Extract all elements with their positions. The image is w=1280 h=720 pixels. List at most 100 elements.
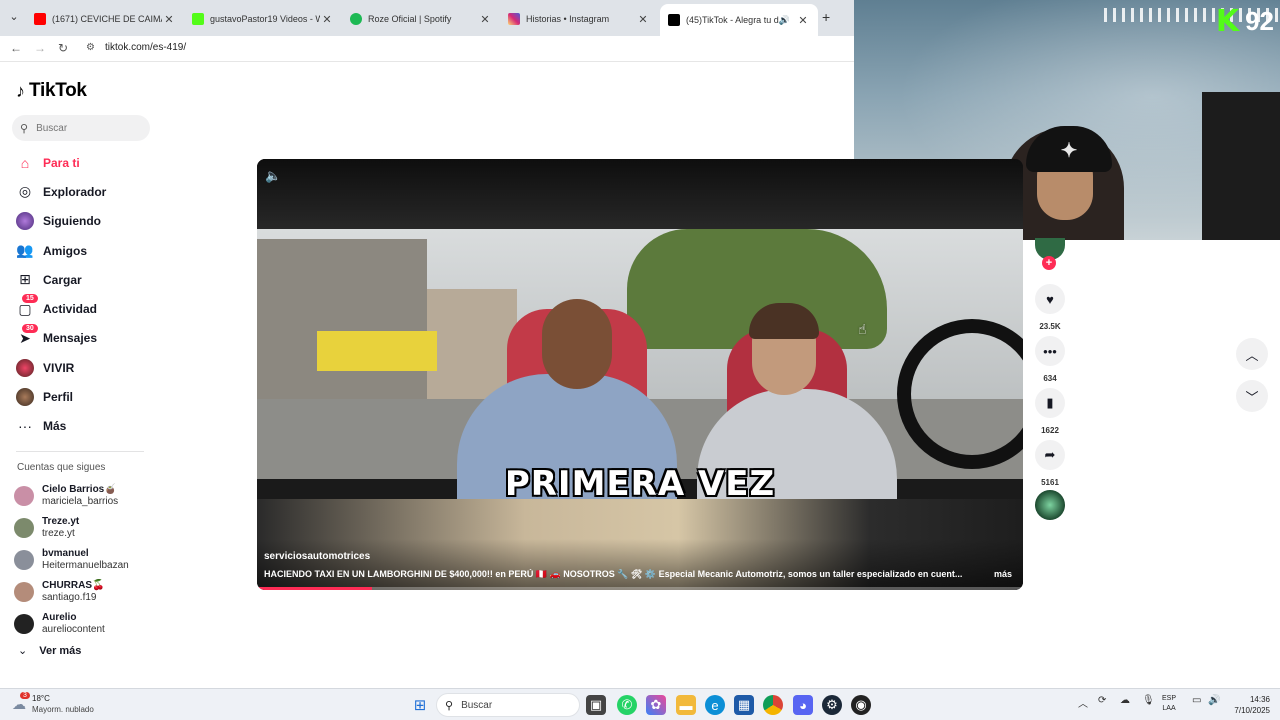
tray-app-icon[interactable]: ⟳ (1098, 695, 1106, 706)
back-arrow-icon[interactable]: ← (10, 41, 22, 55)
video-progress-bar[interactable] (257, 587, 1023, 590)
follow-plus-icon[interactable]: + (1042, 256, 1056, 270)
sidebar-item-siguiendo[interactable]: Siguiendo (0, 207, 160, 236)
video-player[interactable]: PRIMERA VEZ 🔈 serviciosautomotrices HACI… (257, 159, 1023, 590)
live-icon (16, 358, 34, 377)
browser-tab-kick[interactable]: gustavoPastor19 Videos - Watc ✕ (184, 6, 342, 32)
sidebar-item-para-ti[interactable]: ⌂ Para ti (0, 148, 160, 177)
edge-icon[interactable]: e (705, 695, 725, 715)
tray-cloud-icon[interactable]: ☁ (1120, 695, 1130, 706)
following-account[interactable]: Aurelio aureliocontent (14, 608, 164, 640)
following-account[interactable]: Treze.yt treze.yt (14, 512, 164, 544)
heart-icon[interactable]: ♥ (1035, 284, 1065, 314)
comment-icon[interactable]: ••• (1035, 336, 1065, 366)
clock-date: 7/10/2025 (1234, 706, 1270, 715)
copilot-icon[interactable]: ✿ (646, 695, 666, 715)
close-tab-icon[interactable]: ✕ (636, 13, 650, 26)
taskbar: ☁ 3 18°C Mayorm. nublado ⊞ ⚲ Buscar ▣ ✆ ✿… (0, 688, 1280, 720)
new-tab-button[interactable]: + (822, 9, 830, 25)
discord-icon[interactable]: ◕ (793, 695, 813, 715)
close-tab-icon[interactable]: ✕ (478, 13, 492, 26)
following-icon (16, 212, 34, 231)
following-account[interactable]: Cielo Barrios🧉 mariciela_barrios (14, 480, 164, 512)
video-author[interactable]: serviciosautomotrices (264, 551, 370, 562)
close-tab-icon[interactable]: ✕ (320, 13, 334, 26)
task-view-icon[interactable]: ▣ (586, 695, 606, 715)
close-tab-icon[interactable]: ✕ (162, 13, 176, 26)
speaker-icon[interactable]: 🔊 (1208, 695, 1220, 706)
following-account[interactable]: CHURRAS🍒 santiago.f19 (14, 576, 164, 608)
browser-tab-youtube[interactable]: (1671) CEVICHE DE CAIMÁN - ( ✕ (26, 6, 184, 32)
like-action[interactable]: ♥ 23.5K (1035, 284, 1065, 331)
sidebar-item-label: Más (43, 419, 67, 434)
file-explorer-icon[interactable]: ▬ (676, 695, 696, 715)
tab-title: Historias • Instagram (526, 14, 610, 24)
language-indicator[interactable]: ESP LAA (1162, 694, 1176, 714)
comment-count: 634 (1043, 374, 1057, 383)
sidebar-item-label: Siguiendo (43, 214, 101, 229)
sidebar-item-amigos[interactable]: 👥 Amigos (0, 236, 160, 265)
account-name: Aurelio (42, 612, 77, 623)
game-app-icon[interactable]: ◉ (851, 695, 871, 715)
home-icon: ⌂ (20, 154, 30, 171)
save-action[interactable]: ▮ 1622 (1035, 388, 1065, 435)
browser-tab-tiktok[interactable]: (45)TikTok - Alegra tu día 🔊 ✕ (660, 4, 818, 36)
url-field[interactable]: tiktok.com/es-419/ (105, 42, 186, 53)
compass-icon: ◎ (18, 183, 32, 200)
search-box[interactable]: ⚲ (12, 115, 150, 141)
search-input[interactable] (36, 122, 137, 134)
instagram-icon (508, 13, 520, 25)
description-more-link[interactable]: más (994, 569, 1012, 579)
account-handle: santiago.f19 (42, 592, 97, 603)
sidebar-item-label: Explorador (43, 184, 107, 199)
close-tab-icon[interactable]: ✕ (796, 14, 810, 27)
windows-start-icon[interactable]: ⊞ (410, 695, 430, 715)
browser-tab-spotify[interactable]: Roze Oficial | Spotify ✕ (342, 6, 500, 32)
sidebar-item-mensajes[interactable]: ➤ 30 Mensajes (0, 323, 160, 353)
chrome-icon[interactable] (763, 695, 783, 715)
tab-search-chevron-icon[interactable]: ⌄ (6, 10, 22, 26)
volume-icon[interactable]: 🔈 (265, 168, 281, 184)
forward-arrow-icon[interactable]: → (34, 41, 46, 55)
audio-playing-icon[interactable]: 🔊 (779, 15, 790, 26)
tray-overflow-icon[interactable]: ︿ (1078, 695, 1088, 710)
music-disc-icon[interactable] (1035, 490, 1065, 520)
avatar (14, 582, 34, 602)
sidebar-item-label: Mensajes (43, 331, 98, 346)
previous-video-button[interactable]: ︿ (1236, 338, 1268, 370)
see-more-button[interactable]: ⌄ Ver más (18, 644, 81, 658)
share-icon[interactable]: ➦ (1035, 440, 1065, 470)
network-icon[interactable]: ▭ (1192, 695, 1201, 706)
share-action[interactable]: ➦ 5161 (1035, 440, 1065, 487)
background-shelf (1202, 92, 1280, 240)
microphone-icon[interactable]: 🎙 (1142, 695, 1155, 706)
sidebar-item-mas[interactable]: ··· Más (0, 412, 160, 441)
account-handle: treze.yt (42, 528, 75, 539)
bookmark-icon[interactable]: ▮ (1035, 388, 1065, 418)
weather-widget[interactable]: ☁ 3 18°C Mayorm. nublado (12, 691, 94, 715)
system-clock[interactable]: 14:36 7/10/2025 (1226, 694, 1270, 716)
cloud-icon: ☁ 3 (12, 691, 30, 713)
taskbar-search[interactable]: ⚲ Buscar (436, 693, 580, 717)
sidebar-item-actividad[interactable]: ▢ 15 Actividad (0, 294, 160, 323)
comment-action[interactable]: ••• 634 (1035, 336, 1065, 383)
site-info-icon[interactable]: ⚙ (86, 42, 95, 53)
whatsapp-icon[interactable]: ✆ (617, 695, 637, 715)
sidebar-divider (16, 451, 144, 452)
tiktok-note-icon: ♪ (16, 80, 25, 101)
sidebar-item-vivir[interactable]: VIVIR (0, 353, 160, 382)
browser-tab-instagram[interactable]: Historias • Instagram ✕ (500, 6, 658, 32)
reload-icon[interactable]: ↻ (58, 41, 68, 55)
sidebar-item-cargar[interactable]: ⊞ Cargar (0, 265, 160, 294)
next-video-button[interactable]: ﹀ (1236, 380, 1268, 412)
tab-title: gustavoPastor19 Videos - Watc (210, 14, 320, 24)
following-account[interactable]: bvmanuel Heitermanuelbazan (14, 544, 164, 576)
friends-icon: 👥 (16, 242, 34, 259)
sidebar-item-explorador[interactable]: ◎ Explorador (0, 177, 160, 206)
store-icon[interactable]: ▦ (734, 695, 754, 715)
steam-icon[interactable]: ⚙ (822, 695, 842, 715)
weather-badge: 3 (20, 691, 30, 699)
sidebar-item-label: Para ti (43, 155, 80, 170)
sidebar-item-perfil[interactable]: Perfil (0, 382, 160, 411)
tiktok-logo[interactable]: ♪ TikTok (16, 80, 87, 102)
